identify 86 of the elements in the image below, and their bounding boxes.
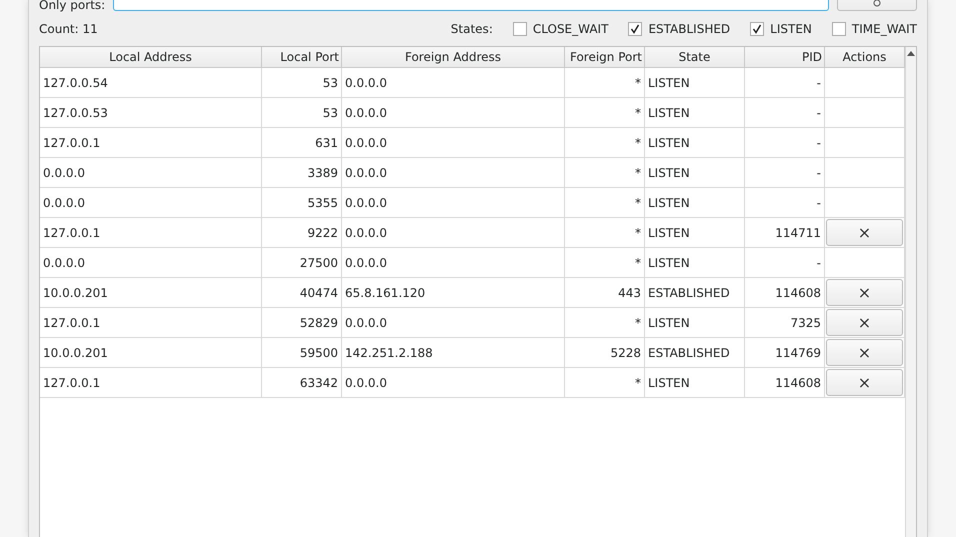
table-cell: 9222 — [262, 218, 342, 248]
table-cell: 127.0.0.54 — [40, 68, 262, 98]
column-header[interactable]: Foreign Port — [565, 47, 645, 68]
table-cell: 0.0.0.0 — [342, 68, 565, 98]
table-cell: 127.0.0.1 — [40, 218, 262, 248]
state-checkbox[interactable]: ESTABLISHED — [628, 22, 730, 36]
table-cell: 0.0.0.0 — [40, 158, 262, 188]
table-cell: LISTEN — [645, 98, 745, 128]
state-checkbox[interactable]: CLOSE_WAIT — [512, 22, 608, 36]
table-cell: 0.0.0.0 — [342, 98, 565, 128]
table-cell: - — [745, 68, 825, 98]
table-cell: * — [565, 158, 645, 188]
table-cell: * — [565, 128, 645, 158]
column-header[interactable]: Foreign Address — [342, 47, 565, 68]
close-button[interactable]: × — [826, 219, 903, 246]
table-cell: 631 — [262, 128, 342, 158]
table-cell: LISTEN — [645, 68, 745, 98]
table-cell: 0.0.0.0 — [342, 218, 565, 248]
table-cell: LISTEN — [645, 368, 745, 398]
table-cell: 0.0.0.0 — [40, 188, 262, 218]
table-cell: LISTEN — [645, 218, 745, 248]
table-cell: LISTEN — [645, 188, 745, 218]
table-cell: 142.251.2.188 — [342, 338, 565, 368]
table-cell: 0.0.0.0 — [342, 308, 565, 338]
table-cell: * — [565, 218, 645, 248]
table-cell: LISTEN — [645, 248, 745, 278]
table-cell: * — [565, 68, 645, 98]
table-cell: 10.0.0.201 — [40, 338, 262, 368]
table-cell: * — [565, 308, 645, 338]
table-cell: - — [745, 248, 825, 278]
close-button[interactable]: × — [826, 339, 903, 366]
column-header[interactable]: Local Port — [262, 47, 342, 68]
table-cell: 0.0.0.0 — [342, 128, 565, 158]
table-cell: LISTEN — [645, 128, 745, 158]
table-cell: 114608 — [745, 278, 825, 308]
table-cell: * — [565, 368, 645, 398]
table-cell: * — [565, 98, 645, 128]
table-cell: ESTABLISHED — [645, 278, 745, 308]
table-cell: 10.0.0.201 — [40, 278, 262, 308]
column-header[interactable]: PID — [745, 47, 825, 68]
table-cell: 443 — [565, 278, 645, 308]
table-cell: 3389 — [262, 158, 342, 188]
table-cell: 40474 — [262, 278, 342, 308]
table-cell: 63342 — [262, 368, 342, 398]
table-cell: 5228 — [565, 338, 645, 368]
table-cell: 0.0.0.0 — [342, 368, 565, 398]
table-cell: 59500 — [262, 338, 342, 368]
up-arrow-icon[interactable] — [907, 51, 915, 56]
table-cell: 5355 — [262, 188, 342, 218]
table-cell: * — [565, 248, 645, 278]
table-cell: 53 — [262, 68, 342, 98]
table-cell: 53 — [262, 98, 342, 128]
table-cell: - — [745, 128, 825, 158]
table-cell: 127.0.0.1 — [40, 368, 262, 398]
state-checkbox[interactable]: TIME_WAIT — [832, 22, 917, 36]
table-cell: 127.0.0.53 — [40, 98, 262, 128]
table-cell: 114608 — [745, 368, 825, 398]
column-header[interactable]: Actions — [825, 47, 905, 68]
state-checkbox[interactable]: LISTEN — [750, 22, 812, 36]
table-cell: 0.0.0.0 — [40, 248, 262, 278]
table-cell: 0.0.0.0 — [342, 158, 565, 188]
table-cell: LISTEN — [645, 158, 745, 188]
table-cell: * — [565, 188, 645, 218]
table-cell: ESTABLISHED — [645, 338, 745, 368]
table-cell: 7325 — [745, 308, 825, 338]
table-cell: 127.0.0.1 — [40, 308, 262, 338]
table-cell: 114711 — [745, 218, 825, 248]
table-cell: 52829 — [262, 308, 342, 338]
table-cell: 114769 — [745, 338, 825, 368]
table-cell: - — [745, 188, 825, 218]
close-button[interactable]: × — [826, 369, 903, 396]
table-cell: 65.8.161.120 — [342, 278, 565, 308]
column-header[interactable]: State — [645, 47, 745, 68]
table-cell: - — [745, 158, 825, 188]
states-label: States: — [450, 22, 493, 36]
table-cell: 27500 — [262, 248, 342, 278]
table-cell: 127.0.0.1 — [40, 128, 262, 158]
count-label: Count: 11 — [39, 22, 98, 36]
column-header[interactable]: Local Address — [40, 47, 262, 68]
table-cell: 0.0.0.0 — [342, 248, 565, 278]
ports-label: Only ports: — [39, 0, 106, 12]
table-cell: - — [745, 98, 825, 128]
close-button[interactable]: × — [826, 279, 903, 306]
table-cell: LISTEN — [645, 308, 745, 338]
close-button[interactable]: × — [826, 309, 903, 336]
table-cell: 0.0.0.0 — [342, 188, 565, 218]
